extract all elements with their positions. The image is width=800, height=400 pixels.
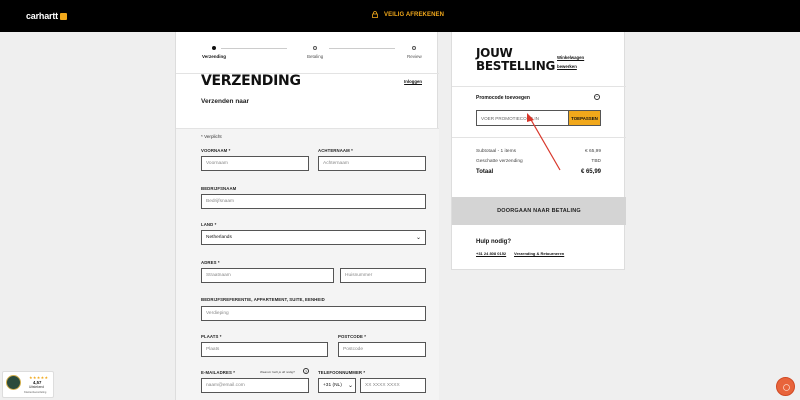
phone-country-select[interactable]: +31 (NL) ⌄ xyxy=(318,378,356,393)
edit-cart-line1: Winkelwagen xyxy=(557,55,585,60)
trust-badge[interactable]: ★★★★★ 4,57 Uitstekend Klantenbeoordeling xyxy=(2,371,54,398)
help-phone-link[interactable]: +31 24 808 0152 xyxy=(476,251,506,256)
step-dot xyxy=(313,46,318,50)
shipping-row: Geschatte verzending TBD xyxy=(476,159,601,164)
secure-text: VEILIG AFREKENEN xyxy=(384,12,445,19)
country-value: Netherlands xyxy=(206,235,232,240)
step-dot xyxy=(212,46,216,50)
promo-code-input[interactable]: VOER PROMOTIECODE IN xyxy=(476,110,569,126)
postcode-field[interactable]: Postcode xyxy=(338,342,426,357)
subtotal-row: Subtotaal - 1 items € 65,99 xyxy=(476,149,601,154)
postcode-label: POSTCODE * xyxy=(338,334,366,339)
email-label: E-MAILADRES * xyxy=(201,370,236,375)
continue-to-payment-button[interactable]: DOORGAAN NAAR BETALING xyxy=(452,197,626,225)
first-name-field[interactable]: Voornaam xyxy=(201,156,309,171)
step-label: Betaling xyxy=(307,54,324,59)
promo-label: Promocode toevoegen xyxy=(476,95,530,101)
city-field[interactable]: Plaats xyxy=(201,342,328,357)
house-number-field[interactable]: Huisnummer xyxy=(340,268,426,283)
step-review[interactable]: Review xyxy=(407,46,422,59)
shipping-label: Geschatte verzending xyxy=(476,159,523,164)
help-title: Hulp nodig? xyxy=(476,239,511,245)
apply-promo-button[interactable]: TOEPASSEN xyxy=(569,110,601,126)
extra-address-label: BEDRIJFSREFERENTIE, APPARTEMENT, SUITE, … xyxy=(201,297,325,302)
divider xyxy=(452,86,626,87)
lock-icon xyxy=(372,11,378,18)
company-field[interactable]: Bedrijfsnaam xyxy=(201,194,426,209)
step-dot xyxy=(412,46,417,50)
last-name-field[interactable]: Achternaam xyxy=(318,156,426,171)
step-label: Review xyxy=(407,54,422,59)
chat-button[interactable] xyxy=(776,377,795,396)
required-note: * Verplicht xyxy=(201,134,222,139)
street-field[interactable]: Straatnaam xyxy=(201,268,334,283)
city-label: PLAATS * xyxy=(201,334,222,339)
login-link[interactable]: Inloggen xyxy=(404,79,422,84)
step-connector xyxy=(329,48,395,49)
shipping-panel: Verzending Betaling Review VERZENDING Ve… xyxy=(175,32,439,400)
checkout-steps: Verzending Betaling Review xyxy=(176,32,439,74)
seal-icon xyxy=(6,375,21,390)
country-select[interactable]: Netherlands ⌄ xyxy=(201,230,426,245)
info-icon[interactable]: ? xyxy=(303,368,309,374)
total-label: Totaal xyxy=(476,169,494,175)
carhartt-logo[interactable]: carhartt xyxy=(26,11,67,21)
phone-field[interactable]: XX XXXX XXXX xyxy=(360,378,426,393)
phone-label: TELEFOONNUMMER * xyxy=(318,370,366,375)
divider xyxy=(452,137,626,138)
edit-cart-line2: bewerken xyxy=(557,64,577,69)
subtotal-value: € 65,99 xyxy=(584,149,601,154)
rating-sub: Klantenbeoordeling xyxy=(24,391,47,394)
last-name-label: ACHTERNAAM * xyxy=(318,148,353,153)
address-label: ADRES * xyxy=(201,260,220,265)
chevron-down-icon: ⌄ xyxy=(347,383,353,389)
chevron-down-icon: ⌄ xyxy=(415,235,421,241)
extra-address-field[interactable]: Verdieping xyxy=(201,306,426,321)
total-row: Totaal € 65,99 xyxy=(476,169,601,175)
logo-mark-icon xyxy=(59,13,67,21)
shipping-returns-link[interactable]: Verzending & Retourneren xyxy=(514,251,564,256)
shipping-value: TBD xyxy=(591,159,601,164)
order-title: JOUW BESTELLING xyxy=(476,47,556,73)
shipping-subtitle: Verzenden naar xyxy=(201,98,250,105)
company-label: BEDRIJFSNAAM xyxy=(201,186,237,191)
shipping-form: * Verplicht VOORNAAM * Voornaam ACHTERNA… xyxy=(176,128,439,400)
subtotal-label: Subtotaal - 1 items xyxy=(476,149,516,154)
country-label: LAND * xyxy=(201,222,217,227)
top-bar: carhartt VEILIG AFREKENEN xyxy=(0,0,800,32)
page-title: VERZENDING xyxy=(201,73,301,89)
logo-text: carhartt xyxy=(26,11,58,21)
step-connector xyxy=(221,48,287,49)
step-betaling[interactable]: Betaling xyxy=(307,46,323,59)
email-help-text[interactable]: Waarom hebt je dit nodig? xyxy=(260,370,295,374)
collapse-icon[interactable]: − xyxy=(594,94,600,100)
step-verzending[interactable]: Verzending xyxy=(202,46,226,59)
step-label: Verzending xyxy=(202,54,227,59)
phone-prefix: +31 (NL) xyxy=(323,383,342,388)
chat-icon xyxy=(783,384,790,391)
order-summary-panel: JOUW BESTELLING Winkelwagen bewerken Pro… xyxy=(451,32,626,270)
secure-checkout-label: VEILIG AFREKENEN xyxy=(372,11,444,18)
first-name-label: VOORNAAM * xyxy=(201,148,231,153)
order-title-line2: BESTELLING xyxy=(476,59,556,73)
email-field[interactable]: naam@email.com xyxy=(201,378,309,393)
rating-label: Uitstekend xyxy=(29,385,45,389)
edit-cart-link[interactable]: Winkelwagen bewerken xyxy=(557,53,584,71)
total-value: € 65,99 xyxy=(580,169,601,175)
